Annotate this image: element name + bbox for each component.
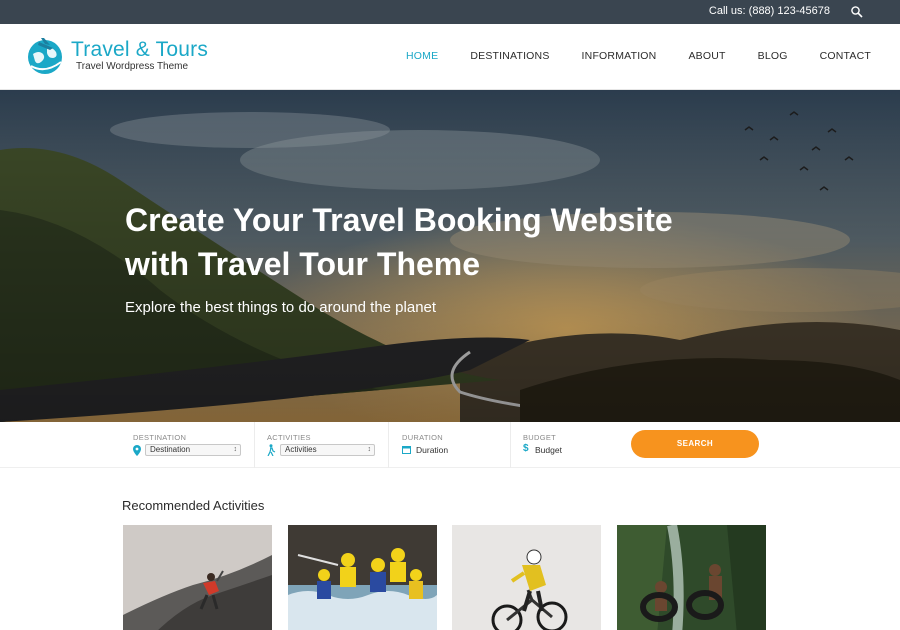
- search-button[interactable]: SEARCH: [631, 430, 759, 458]
- main-nav: HOME DESTINATIONS INFORMATION ABOUT BLOG…: [374, 50, 871, 62]
- mountain-biker-image: [452, 525, 601, 630]
- nav-destinations[interactable]: DESTINATIONS: [470, 50, 549, 62]
- nav-information[interactable]: INFORMATION: [582, 50, 657, 62]
- dollar-icon: $: [523, 443, 529, 454]
- site-logo-subtitle: Travel Wordpress Theme: [76, 61, 189, 72]
- nav-about[interactable]: ABOUT: [688, 50, 725, 62]
- select-arrows-icon: ↕: [367, 446, 372, 453]
- duration-field[interactable]: DURATION Duration: [402, 422, 502, 468]
- site-logo-title[interactable]: Travel & Tours: [71, 38, 208, 62]
- nav-blog[interactable]: BLOG: [758, 50, 788, 62]
- divider: [388, 422, 389, 468]
- budget-value: Budget: [535, 445, 562, 455]
- budget-label: BUDGET: [523, 433, 557, 442]
- activities-field: ACTIVITIES Activities ↕: [267, 422, 379, 468]
- destination-select[interactable]: Destination ↕: [145, 444, 241, 456]
- destination-label: DESTINATION: [133, 433, 187, 442]
- hero-title: Create Your Travel Booking Website with …: [125, 198, 765, 286]
- duration-label: DURATION: [402, 433, 444, 442]
- globe-plane-logo-icon[interactable]: [25, 36, 65, 76]
- hero-subtitle: Explore the best things to do around the…: [125, 299, 437, 316]
- map-pin-icon: [133, 445, 141, 456]
- destination-select-value: Destination: [150, 445, 191, 454]
- hero-title-line-1: Create Your Travel Booking Website: [125, 202, 673, 238]
- call-us-text: Call us: (888) 123-45678: [708, 5, 830, 17]
- nav-contact[interactable]: CONTACT: [820, 50, 871, 62]
- duration-value: Duration: [416, 445, 449, 455]
- site-header: Travel & Tours Travel Wordpress Theme HO…: [0, 24, 900, 90]
- tubing-waterfall-image: [617, 525, 766, 630]
- search-icon[interactable]: [850, 5, 864, 19]
- recommended-activities-heading: Recommended Activities: [122, 498, 265, 513]
- hero-banner: Create Your Travel Booking Website with …: [0, 90, 900, 422]
- activities-select[interactable]: Activities ↕: [280, 444, 375, 456]
- divider: [510, 422, 511, 468]
- nav-home[interactable]: HOME: [406, 50, 438, 62]
- climber-image: [123, 525, 272, 630]
- activity-card-tubing[interactable]: [617, 525, 766, 630]
- calendar-icon: [402, 446, 411, 454]
- select-arrows-icon: ↕: [233, 446, 238, 453]
- divider: [254, 422, 255, 468]
- hero-title-line-2: with Travel Tour Theme: [125, 246, 481, 282]
- rafting-image: [288, 525, 437, 630]
- booking-search-bar: DESTINATION Destination ↕ ACTIVITIES Act…: [0, 422, 900, 468]
- activities-label: ACTIVITIES: [267, 433, 311, 442]
- hiker-icon: [267, 444, 276, 456]
- budget-field[interactable]: BUDGET $ Budget: [523, 422, 623, 468]
- activity-card-rafting[interactable]: [288, 525, 437, 630]
- destination-field: DESTINATION Destination ↕: [133, 422, 245, 468]
- activity-card-mountain-biking[interactable]: [452, 525, 601, 630]
- activities-select-value: Activities: [285, 445, 317, 454]
- top-bar: Call us: (888) 123-45678: [0, 0, 900, 24]
- activity-card-climbing[interactable]: [123, 525, 272, 630]
